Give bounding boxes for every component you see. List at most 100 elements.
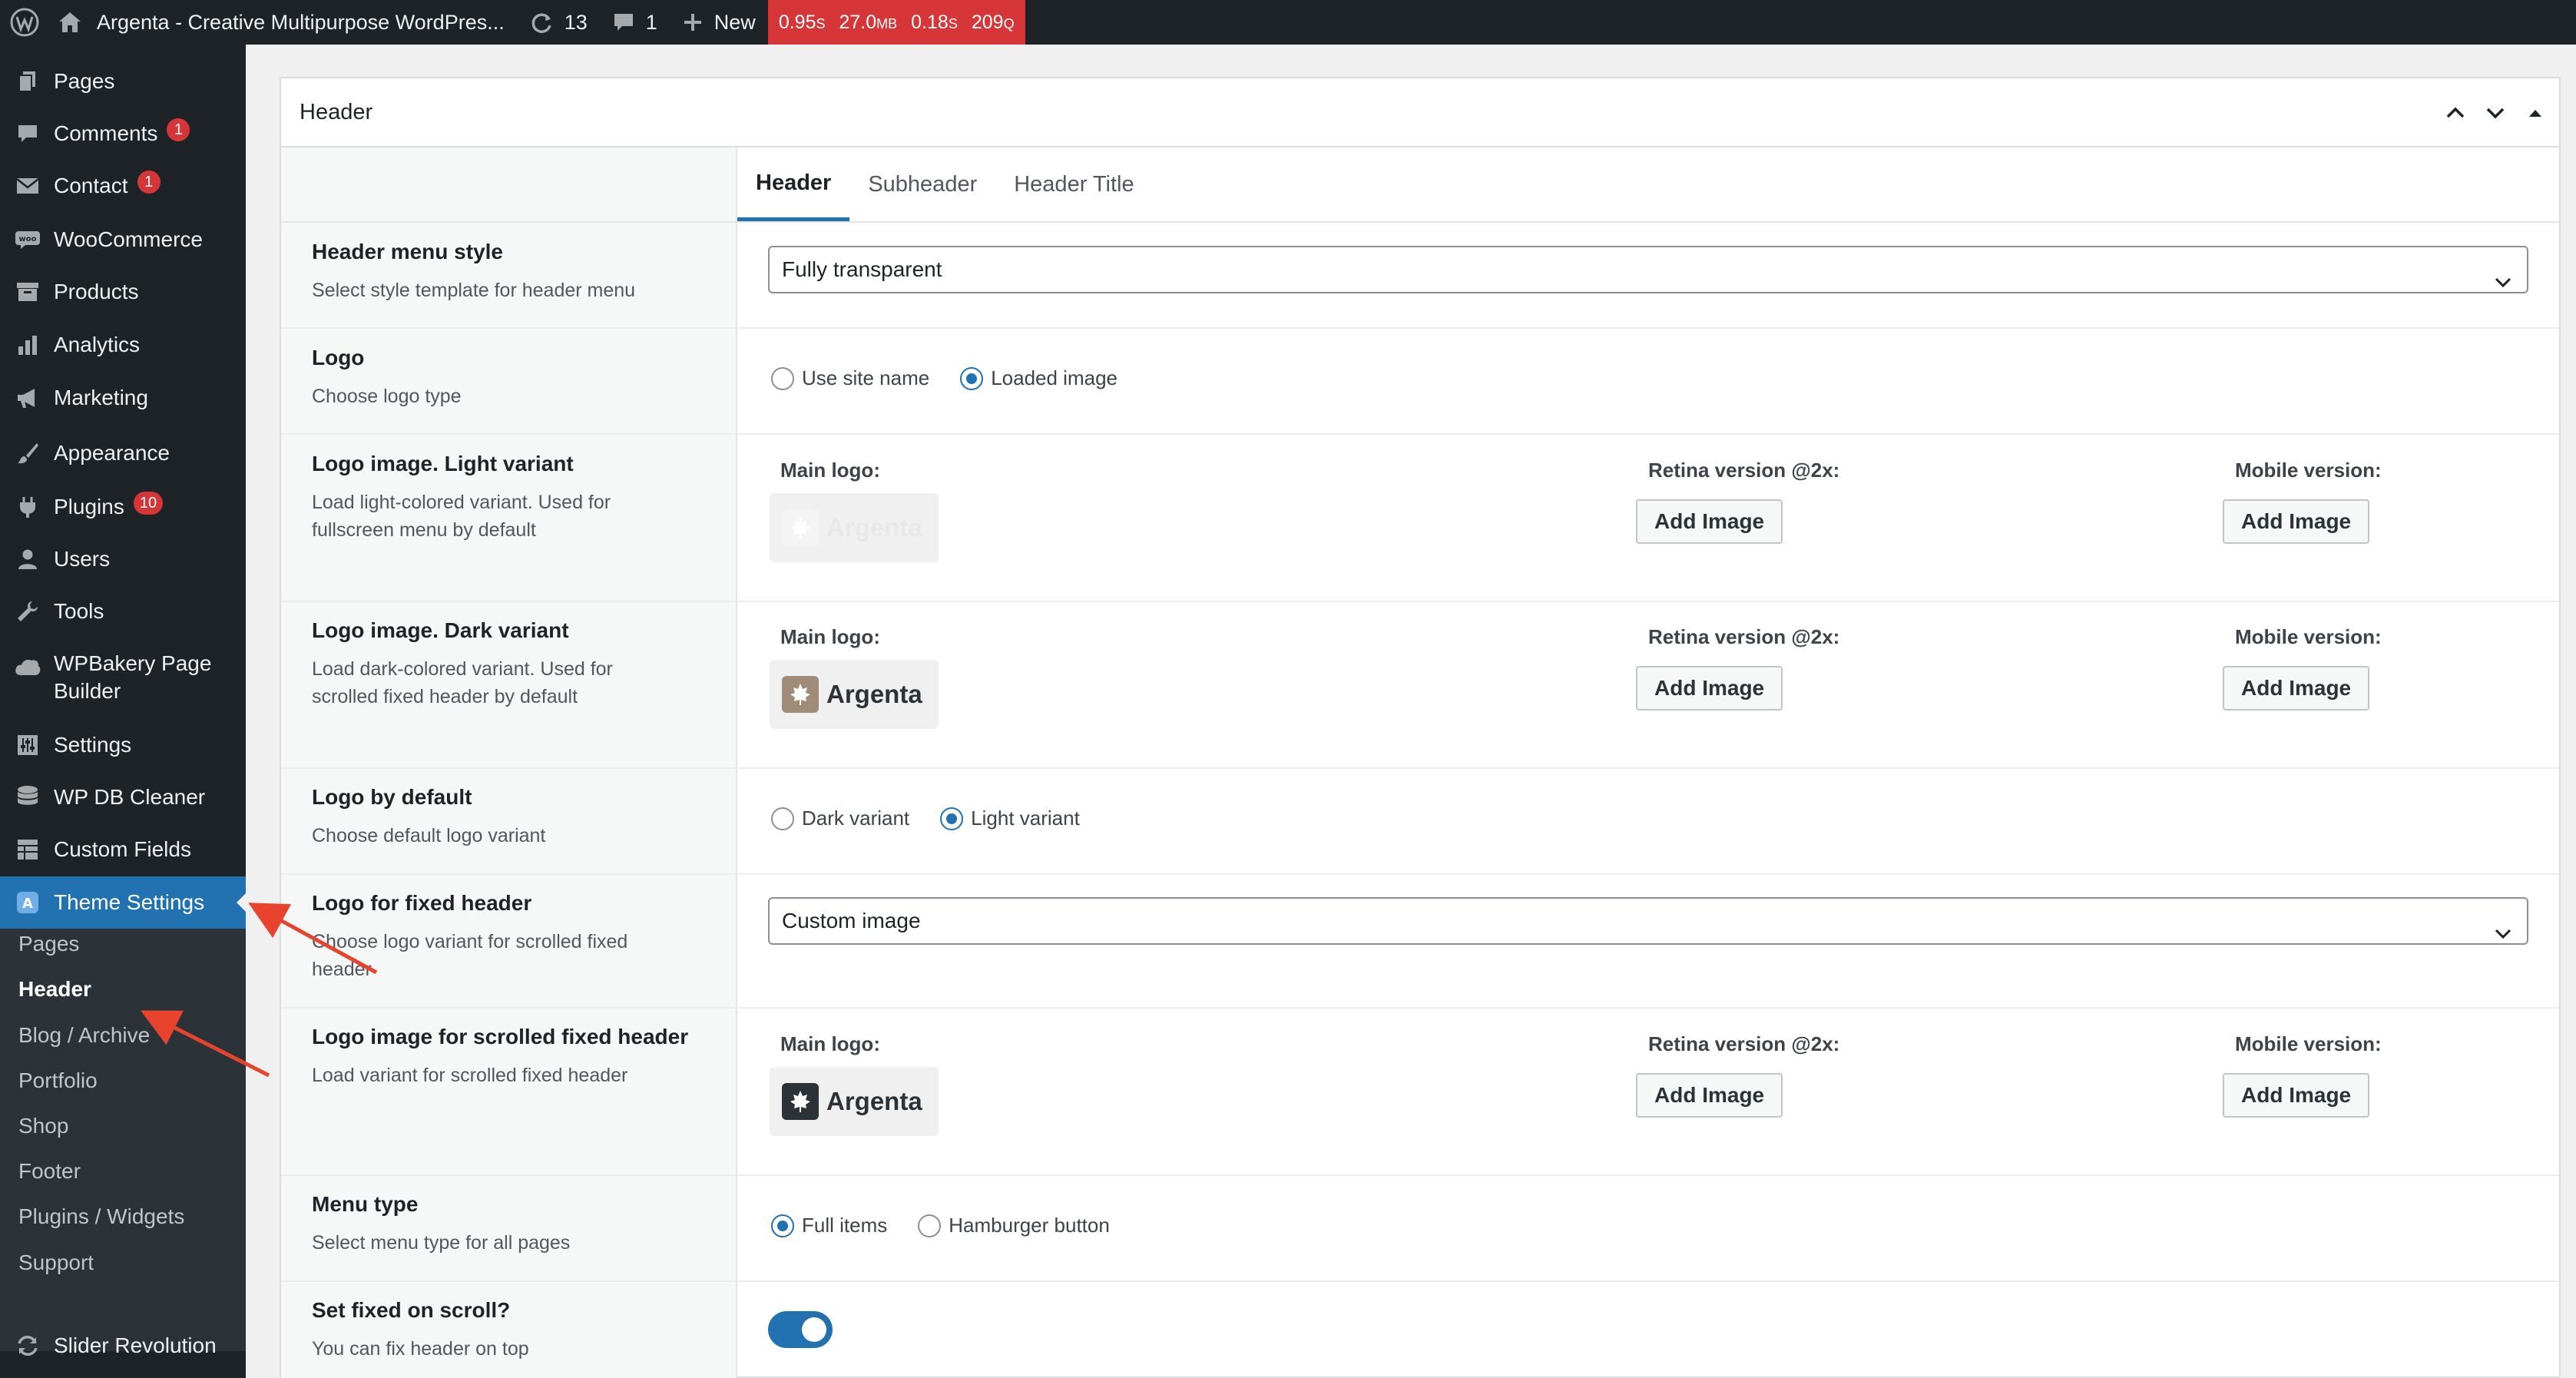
row-divider bbox=[281, 1280, 2559, 1282]
new-content-link[interactable]: New bbox=[670, 0, 768, 45]
query-time: 0.18S bbox=[911, 11, 958, 33]
menu-type-label: Menu type Select menu type for all pages bbox=[312, 1191, 711, 1257]
row-divider bbox=[281, 1007, 2559, 1009]
comments-count: 1 bbox=[645, 10, 657, 34]
dark-mobile-upload: Mobile version: Add Image bbox=[2223, 624, 2382, 711]
radio-circle[interactable] bbox=[771, 807, 794, 830]
logo-type-title: Logo bbox=[312, 346, 365, 369]
submenu-item-shop[interactable]: Shop bbox=[18, 1112, 68, 1140]
add-image-button[interactable]: Add Image bbox=[2223, 1073, 2370, 1118]
logo-default-title: Logo by default bbox=[312, 785, 472, 809]
retina-label: Retina version @2x: bbox=[1648, 1032, 1840, 1055]
submenu-item-portfolio[interactable]: Portfolio bbox=[18, 1067, 98, 1095]
menu-item-theme-settings[interactable]: A Theme Settings bbox=[0, 876, 246, 929]
header-settings-panel: Header Header Subheader Header Title Hea… bbox=[280, 77, 2561, 1378]
radio-hamburger-button[interactable]: Hamburger button bbox=[918, 1214, 1110, 1237]
move-up-icon[interactable] bbox=[2444, 101, 2467, 128]
menu-style-select[interactable]: Fully transparent bbox=[768, 246, 2528, 293]
add-image-button[interactable]: Add Image bbox=[1636, 666, 1783, 711]
scrolled-logo-preview[interactable]: Argenta bbox=[770, 1067, 939, 1136]
menu-item-slider-revolution[interactable]: Slider Revolution bbox=[0, 1332, 246, 1360]
logo-text: Argenta bbox=[826, 513, 922, 542]
panel-header: Header bbox=[281, 78, 2559, 147]
site-name-link[interactable]: Argenta - Creative Multipurpose WordPres… bbox=[54, 0, 517, 45]
logo-type-desc: Choose logo type bbox=[312, 386, 462, 407]
tab-header-title[interactable]: Header Title bbox=[995, 147, 1152, 221]
dark-logo-preview[interactable]: Argenta bbox=[770, 660, 939, 729]
radio-loaded-image[interactable]: Loaded image bbox=[960, 366, 1117, 390]
menu-item-users[interactable]: Users bbox=[0, 545, 246, 573]
wordpress-logo-button[interactable] bbox=[0, 0, 54, 45]
chevron-down-icon bbox=[2493, 913, 2513, 957]
submenu-item-support[interactable]: Support bbox=[18, 1249, 94, 1277]
menu-item-appearance[interactable]: Appearance bbox=[0, 439, 246, 467]
query-monitor-stats[interactable]: 0.95S 27.0MB 0.18S 209Q bbox=[767, 0, 1025, 45]
current-menu-pointer bbox=[237, 892, 247, 913]
radio-use-site-name[interactable]: Use site name bbox=[771, 366, 929, 390]
submenu-item-header[interactable]: Header bbox=[18, 976, 91, 1003]
add-image-button[interactable]: Add Image bbox=[1636, 1073, 1783, 1118]
logo-light-title: Logo image. Light variant bbox=[312, 452, 574, 475]
fixed-scroll-toggle[interactable] bbox=[768, 1311, 833, 1348]
add-image-button[interactable]: Add Image bbox=[1636, 499, 1783, 544]
fixed-scroll-label: Set fixed on scroll? You can fix header … bbox=[312, 1297, 711, 1363]
add-image-button[interactable]: Add Image bbox=[2223, 666, 2370, 711]
paintbrush-icon bbox=[14, 439, 41, 467]
menu-item-analytics[interactable]: Analytics bbox=[0, 331, 246, 359]
menu-item-plugins[interactable]: Plugins 10 bbox=[0, 492, 246, 521]
menu-item-wpbakery[interactable]: WPBakery Page Builder bbox=[0, 650, 246, 705]
menu-type-radios: Full items Hamburger button bbox=[771, 1214, 1141, 1237]
tab-header[interactable]: Header bbox=[737, 147, 850, 221]
light-logo-preview[interactable]: Argenta bbox=[770, 493, 939, 562]
submenu-item-footer[interactable]: Footer bbox=[18, 1158, 81, 1185]
menu-item-woocommerce[interactable]: woo WooCommerce bbox=[0, 226, 246, 253]
comments-link[interactable]: 1 bbox=[600, 0, 670, 45]
radio-full-items[interactable]: Full items bbox=[771, 1214, 887, 1237]
menu-item-wp-db-cleaner[interactable]: WP DB Cleaner bbox=[0, 783, 246, 811]
radio-light-variant[interactable]: Light variant bbox=[940, 807, 1080, 830]
submenu-item-pages[interactable]: Pages bbox=[18, 930, 79, 958]
sliders-icon bbox=[14, 731, 41, 759]
menu-item-products[interactable]: Products bbox=[0, 278, 246, 306]
logo-fixed-desc: Choose logo variant for scrolled fixed he… bbox=[312, 931, 628, 980]
wpbakery-label-line2: Builder bbox=[54, 679, 121, 703]
mobile-label: Mobile version: bbox=[2235, 459, 2382, 482]
move-down-icon[interactable] bbox=[2484, 101, 2507, 128]
menu-type-title: Menu type bbox=[312, 1192, 419, 1216]
light-mobile-upload: Mobile version: Add Image bbox=[2223, 458, 2382, 544]
radio-circle[interactable] bbox=[771, 366, 794, 390]
menu-item-tools[interactable]: Tools bbox=[0, 598, 246, 625]
updates-count: 13 bbox=[564, 10, 588, 34]
pages-icon bbox=[14, 68, 41, 95]
admin-bar: Argenta - Creative Multipurpose WordPres… bbox=[0, 0, 2576, 45]
logo-light-label: Logo image. Light variant Load light-col… bbox=[312, 450, 711, 544]
add-image-button[interactable]: Add Image bbox=[2223, 499, 2370, 544]
light-retina-upload: Retina version @2x: Add Image bbox=[1636, 458, 1839, 544]
grid-icon bbox=[14, 836, 41, 863]
collapse-toggle-icon[interactable] bbox=[2524, 101, 2547, 128]
comment-icon bbox=[614, 14, 633, 31]
menu-item-marketing[interactable]: Marketing bbox=[0, 384, 246, 412]
row-divider bbox=[281, 767, 2559, 769]
radio-circle[interactable] bbox=[918, 1214, 942, 1237]
menu-item-pages[interactable]: Pages bbox=[0, 68, 246, 95]
logo-fixed-select[interactable]: Custom image bbox=[768, 897, 2528, 945]
mobile-label: Mobile version: bbox=[2235, 1032, 2382, 1055]
submenu-item-blog-archive[interactable]: Blog / Archive bbox=[18, 1022, 150, 1049]
cloud-icon bbox=[14, 653, 41, 681]
radio-circle-selected[interactable] bbox=[771, 1214, 794, 1237]
menu-item-custom-fields[interactable]: Custom Fields bbox=[0, 836, 246, 863]
updates-link[interactable]: 13 bbox=[517, 0, 600, 45]
tab-subheader[interactable]: Subheader bbox=[849, 147, 995, 221]
radio-circle-selected[interactable] bbox=[940, 807, 964, 830]
menu-item-settings[interactable]: Settings bbox=[0, 731, 246, 759]
menu-item-comments[interactable]: Comments 1 bbox=[0, 118, 246, 147]
logo-scrolled-desc: Load variant for scrolled fixed header bbox=[312, 1065, 628, 1086]
woocommerce-icon: woo bbox=[14, 226, 41, 253]
database-icon bbox=[14, 783, 41, 811]
radio-dark-variant[interactable]: Dark variant bbox=[771, 807, 909, 830]
submenu-item-plugins-widgets[interactable]: Plugins / Widgets bbox=[18, 1203, 184, 1231]
tabs-divider bbox=[281, 221, 2559, 223]
radio-circle-selected[interactable] bbox=[960, 366, 984, 390]
menu-item-contact[interactable]: Contact 1 bbox=[0, 171, 246, 200]
